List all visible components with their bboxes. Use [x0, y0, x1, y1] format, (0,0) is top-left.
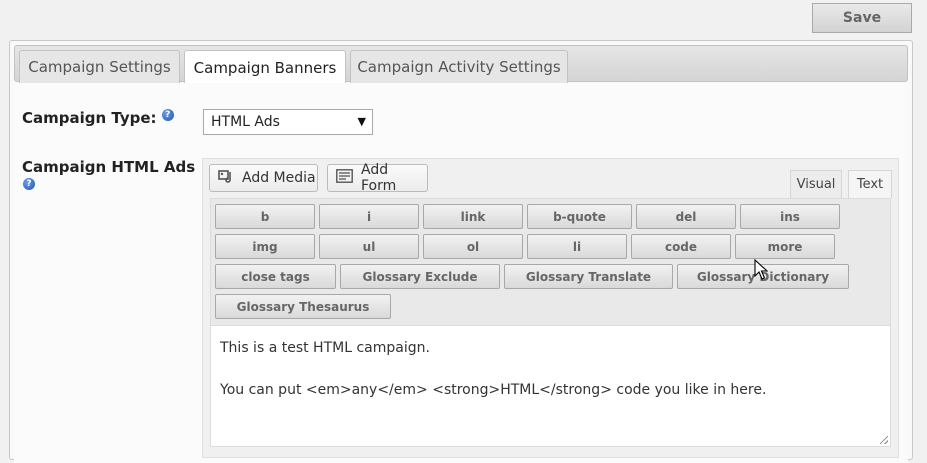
mouse-pointer-icon — [754, 259, 768, 280]
campaign-type-value: HTML Ads — [211, 114, 280, 130]
campaign-type-select[interactable]: HTML Ads ▼ — [203, 109, 373, 135]
add-media-button[interactable]: Add Media — [209, 164, 318, 192]
qt-ins-button[interactable]: ins — [740, 204, 840, 229]
content-line: This is a test HTML campaign. — [220, 340, 430, 356]
campaign-html-ads-label: Campaign HTML Ads — [22, 158, 196, 176]
campaign-type-row: Campaign Type: ? — [22, 109, 174, 127]
qt-i-button[interactable]: i — [319, 204, 419, 229]
tab-campaign-banners[interactable]: Campaign Banners — [184, 50, 346, 84]
text-tab[interactable]: Text — [848, 170, 892, 198]
qt-more-button[interactable]: more — [735, 234, 835, 259]
qt-link-button[interactable]: link — [423, 204, 523, 229]
qt-li-button[interactable]: li — [527, 234, 627, 259]
resize-grip-icon[interactable] — [880, 436, 888, 444]
tab-campaign-settings[interactable]: Campaign Settings — [19, 50, 180, 83]
media-icon — [218, 168, 234, 188]
form-icon — [336, 169, 353, 187]
add-form-button[interactable]: Add Form — [327, 162, 428, 194]
campaign-type-label: Campaign Type: — [22, 109, 157, 127]
qt-close-tags-button[interactable]: close tags — [215, 264, 336, 289]
save-button[interactable]: Save — [812, 3, 912, 33]
qt-glossary-thesaurus-button[interactable]: Glossary Thesaurus — [215, 294, 391, 319]
html-content-textarea[interactable]: This is a test HTML campaign. You can pu… — [210, 325, 891, 447]
qt-del-button[interactable]: del — [636, 204, 736, 229]
qt-b-button[interactable]: b — [215, 204, 315, 229]
visual-tab[interactable]: Visual — [790, 170, 842, 198]
tab-campaign-activity-settings[interactable]: Campaign Activity Settings — [350, 50, 568, 83]
qt-img-button[interactable]: img — [215, 234, 315, 259]
help-icon[interactable]: ? — [161, 109, 174, 121]
dropdown-arrow-icon: ▼ — [357, 115, 366, 128]
qt-glossary-exclude-button[interactable]: Glossary Exclude — [340, 264, 500, 289]
help-icon[interactable]: ? — [23, 178, 35, 190]
qt-ol-button[interactable]: ol — [423, 234, 523, 259]
tab-bar: Campaign Settings Campaign Banners Campa… — [14, 45, 908, 84]
add-media-label: Add Media — [242, 170, 316, 186]
content-line: You can put <em>any</em> <strong>HTML</s… — [220, 382, 767, 398]
qt-code-button[interactable]: code — [631, 234, 731, 259]
qt-glossary-translate-button[interactable]: Glossary Translate — [504, 264, 673, 289]
qt-ul-button[interactable]: ul — [319, 234, 419, 259]
add-form-label: Add Form — [361, 162, 397, 194]
qt-b-quote-button[interactable]: b-quote — [527, 204, 632, 229]
